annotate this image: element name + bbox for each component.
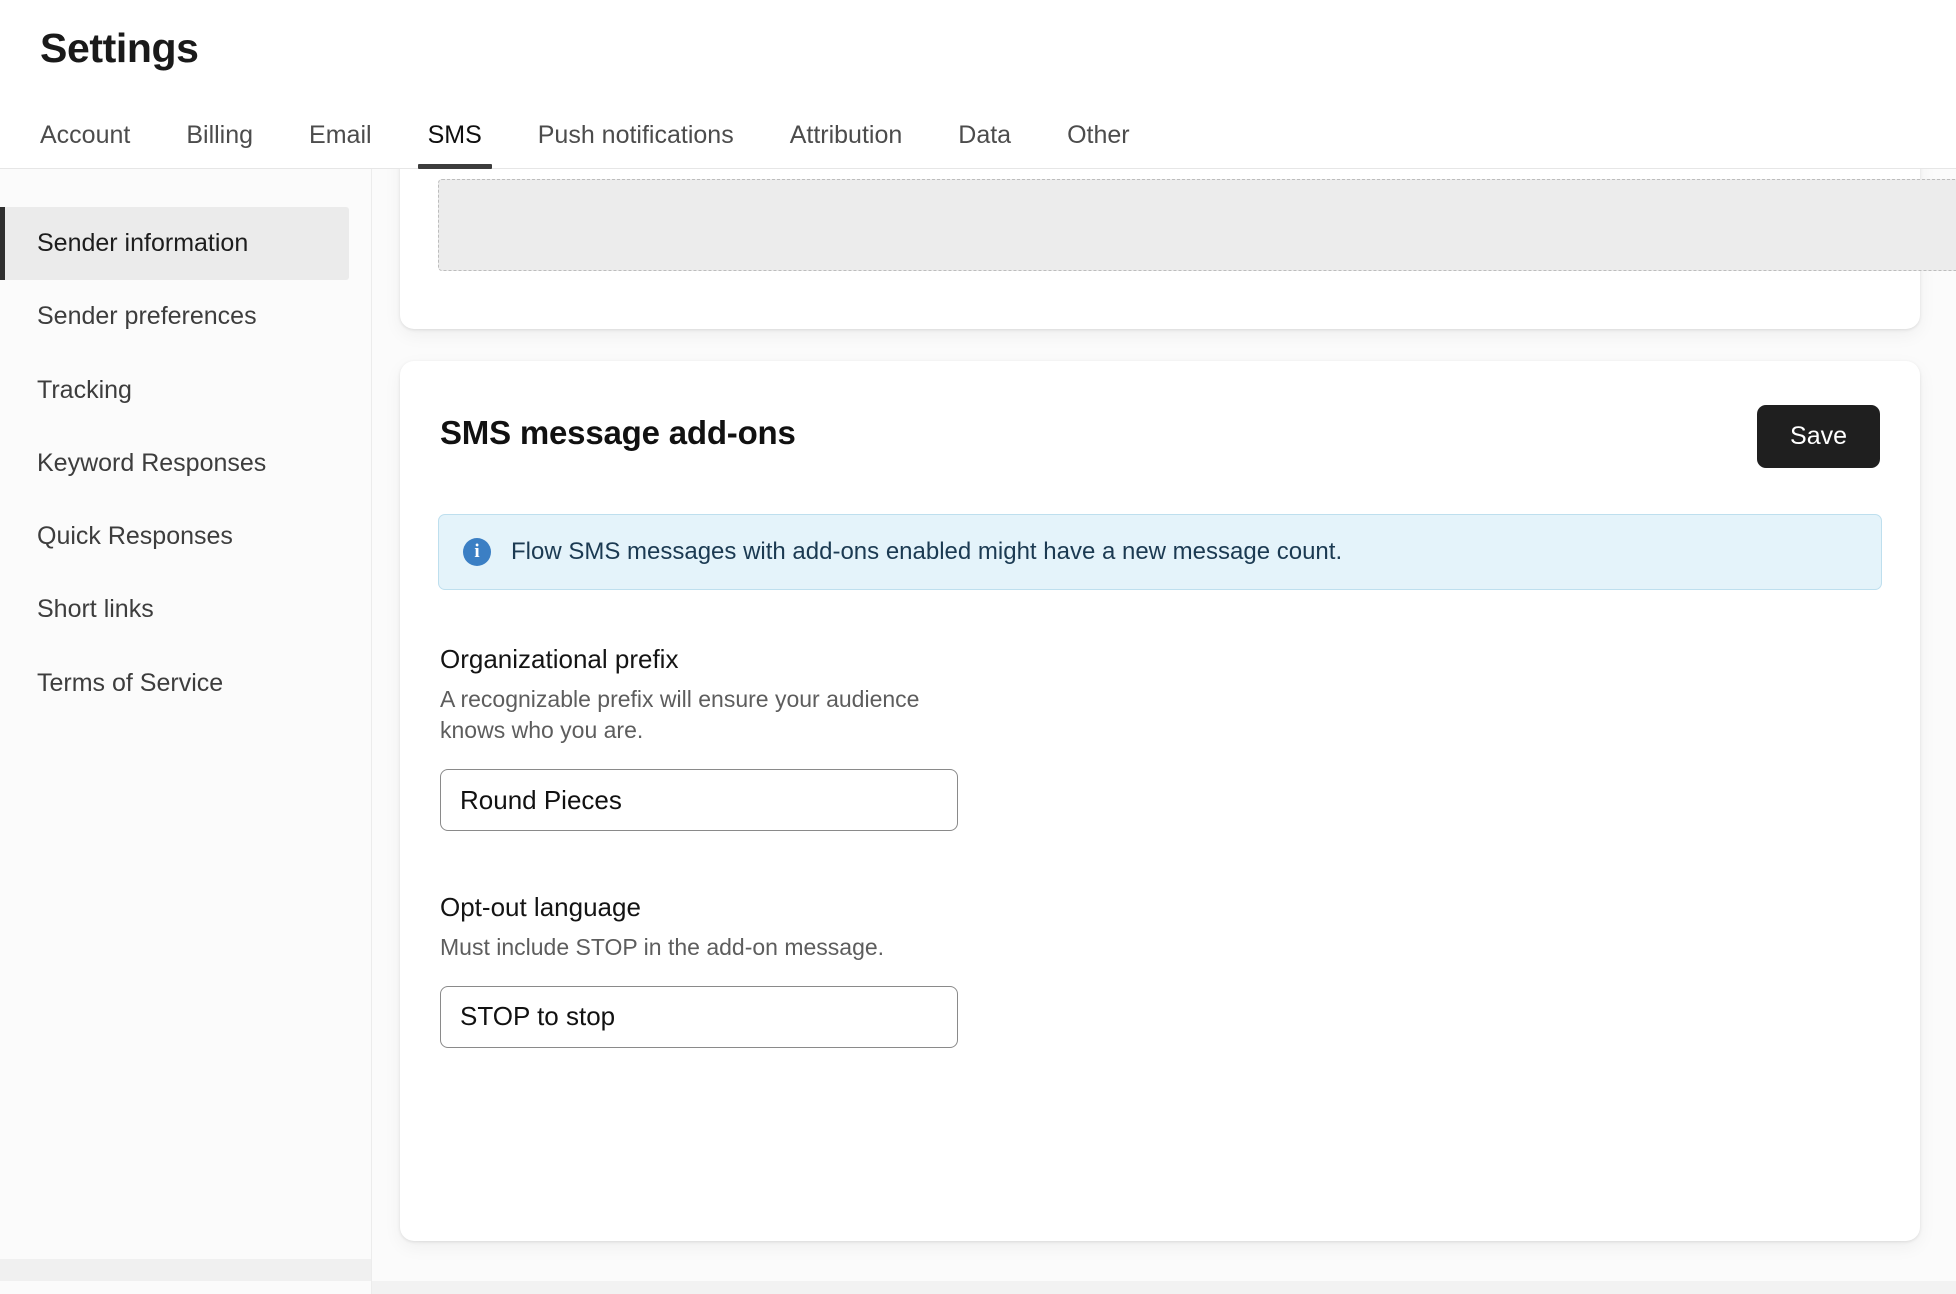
sidebar-item-sender-preferences[interactable]: Sender preferences [0,280,349,353]
page-title: Settings [40,25,199,71]
tab-email[interactable]: Email [281,123,400,168]
card-title: SMS message add-ons [440,414,796,452]
info-banner-text: Flow SMS messages with add-ons enabled m… [511,538,1343,566]
tab-attribution[interactable]: Attribution [762,123,931,168]
sender-information-card-partial [400,169,1956,330]
settings-body: Sender information Sender preferences Tr… [0,169,1956,1294]
sidebar-item-short-links[interactable]: Short links [0,573,349,646]
settings-sidebar: Sender information Sender preferences Tr… [0,169,372,1294]
info-banner: i Flow SMS messages with add-ons enabled… [438,513,1882,590]
organizational-prefix-group: Organizational prefix A recognizable pre… [438,643,1882,832]
sidebar-item-keyword-responses[interactable]: Keyword Responses [0,427,349,500]
tab-data[interactable]: Data [930,123,1039,168]
organizational-prefix-input[interactable] [440,769,958,832]
sidebar-item-terms-of-service[interactable]: Terms of Service [0,647,349,720]
settings-tabbar: Account Billing Email SMS Push notificat… [0,105,1956,170]
sidebar-item-tracking[interactable]: Tracking [0,354,349,427]
sidebar-bottom-edge [0,1259,372,1282]
page-header: Settings [0,0,1956,72]
opt-out-language-help: Must include STOP in the add-on message. [440,933,885,960]
sms-message-add-ons-card: SMS message add-ons Save i Flow SMS mess… [400,361,1920,1242]
settings-content: SMS message add-ons Save i Flow SMS mess… [372,169,1956,1294]
info-icon: i [463,537,491,566]
sidebar-item-quick-responses[interactable]: Quick Responses [0,500,349,573]
opt-out-language-input[interactable] [440,985,958,1048]
organizational-prefix-label: Organizational prefix [440,643,679,674]
tab-push-notifications[interactable]: Push notifications [510,123,762,168]
tab-account[interactable]: Account [40,123,158,168]
tab-sms[interactable]: SMS [400,123,510,170]
opt-out-language-label: Opt-out language [440,892,641,923]
upload-dropzone[interactable] [438,179,1956,272]
tab-other[interactable]: Other [1039,123,1158,168]
save-button[interactable]: Save [1757,405,1880,468]
settings-page: Settings Account Billing Email SMS Push … [0,0,1956,1294]
sidebar-item-sender-information[interactable]: Sender information [0,207,349,281]
card-header: SMS message add-ons Save [438,405,1882,468]
organizational-prefix-help: A recognizable prefix will ensure your a… [440,685,920,744]
opt-out-language-group: Opt-out language Must include STOP in th… [438,891,1882,1048]
tab-billing[interactable]: Billing [158,123,281,168]
